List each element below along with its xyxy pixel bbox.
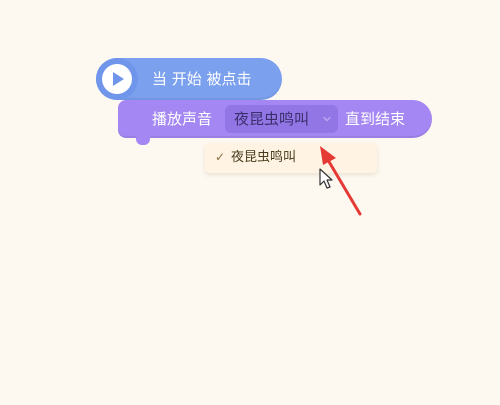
play-sound-label: 播放声音 [152,110,213,128]
code-canvas[interactable]: 当 开始 被点击 播放声音 夜昆虫鸣叫 直到结束 ✓ 夜昆虫鸣叫 [0,0,500,405]
hat-block-icon-badge [96,58,138,100]
mouse-cursor-icon [319,168,333,189]
play-icon [102,64,132,94]
play-sound-until-done-block[interactable]: 播放声音 夜昆虫鸣叫 直到结束 [118,100,432,138]
dropdown-menu-item-label: 夜昆虫鸣叫 [231,150,297,165]
chevron-down-icon [323,116,331,122]
until-done-label: 直到结束 [345,110,406,128]
block-connector-notch [136,136,150,145]
hat-block-label: 当 开始 被点击 [152,70,252,88]
sound-select-dropdown[interactable]: 夜昆虫鸣叫 [225,105,338,133]
sound-select-value: 夜昆虫鸣叫 [234,110,310,128]
check-icon: ✓ [215,150,226,164]
when-start-clicked-block[interactable]: 当 开始 被点击 [96,58,282,100]
